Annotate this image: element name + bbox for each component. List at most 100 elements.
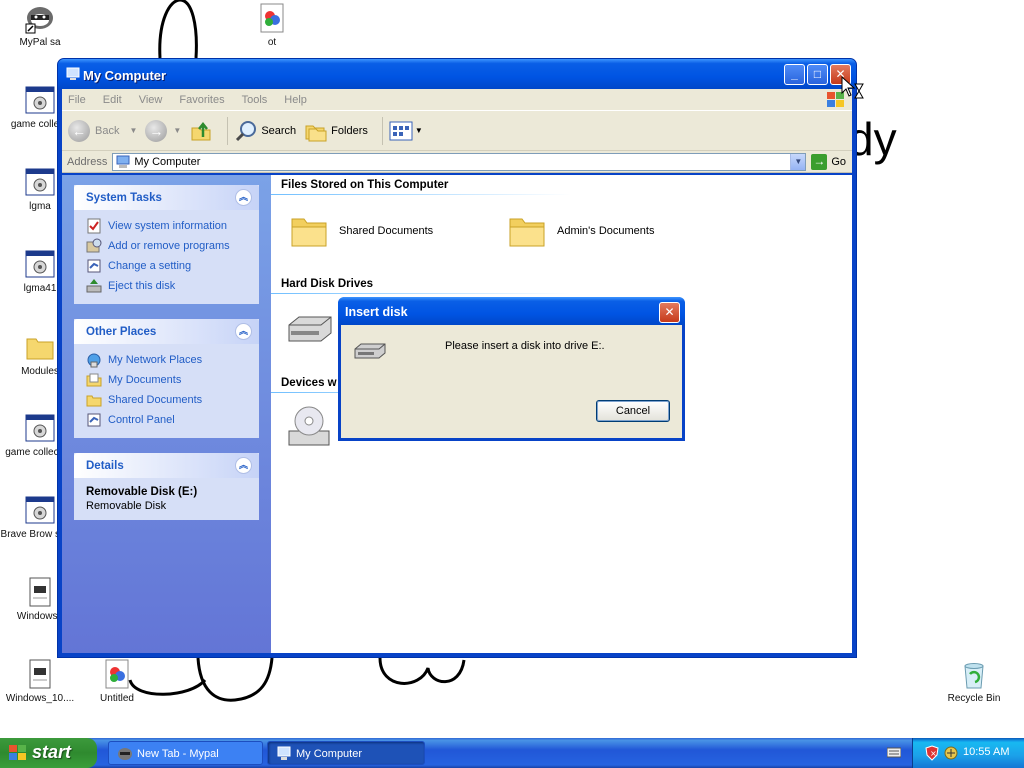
address-input[interactable]: My Computer ▼ (112, 152, 807, 171)
toolbar: ← Back ▼ → ▼ Search Folders ▼ (62, 111, 852, 151)
hard-disk-icon (288, 316, 332, 342)
system-tray: × 10:55 AM (912, 738, 1024, 768)
forward-dropdown-icon: ▼ (173, 126, 182, 135)
window-titlebar[interactable]: My Computer _ □ ✕ (58, 59, 856, 89)
security-shield-icon[interactable]: × (925, 745, 939, 761)
folder-icon (86, 395, 102, 407)
dialog-close-button[interactable]: ✕ (659, 302, 680, 323)
shared-documents-folder[interactable]: Shared Documents (289, 213, 433, 249)
taskbar: start New Tab - Mypal My Computer × 10:5… (0, 738, 1024, 768)
keyboard-icon[interactable] (887, 746, 901, 758)
go-arrow-icon: → (811, 153, 828, 170)
views-button[interactable]: ▼ (389, 120, 423, 142)
raccoon-icon (118, 748, 132, 760)
eject-disk-link[interactable]: Eject this disk (86, 276, 249, 296)
folders-button[interactable]: Folders (304, 119, 368, 143)
details-header[interactable]: Details ︽ (74, 453, 259, 478)
toolbar-separator (381, 116, 383, 145)
menu-file[interactable]: File (68, 94, 86, 106)
back-arrow-icon: ← (68, 119, 90, 142)
address-bar: Address My Computer ▼ → Go (62, 151, 852, 173)
recycle-bin-icon (958, 658, 990, 690)
address-label: Address (67, 155, 108, 168)
views-dropdown-icon: ▼ (414, 126, 423, 135)
dialog-titlebar[interactable]: Insert disk ✕ (338, 297, 685, 325)
back-button[interactable]: ← Back ▼ (68, 119, 137, 142)
desktop-icon-ot[interactable]: ot (232, 2, 312, 48)
control-panel-icon (87, 413, 101, 427)
menu-bar: File Edit View Favorites Tools Help (62, 89, 852, 111)
eject-icon (86, 279, 102, 293)
views-icon (389, 121, 413, 140)
minimize-icon: _ (791, 67, 798, 81)
start-button[interactable]: start (0, 738, 97, 768)
desktop-icon-recycle-bin[interactable]: Recycle Bin (934, 658, 1014, 704)
collapse-chevron-icon[interactable]: ︽ (235, 457, 252, 474)
menu-favorites[interactable]: Favorites (179, 94, 224, 106)
local-disk-drive[interactable] (285, 313, 335, 347)
system-info-icon (87, 218, 101, 234)
up-folder-button[interactable] (189, 119, 213, 143)
clock[interactable]: 10:55 AM (963, 746, 1009, 758)
executable-icon (24, 248, 56, 280)
add-remove-programs-icon (86, 238, 102, 253)
up-folder-icon (191, 121, 211, 140)
system-tasks-panel: System Tasks ︽ View system information A… (74, 185, 259, 304)
network-places-icon (87, 353, 101, 368)
menu-view[interactable]: View (139, 94, 163, 106)
search-button[interactable]: Search (234, 119, 296, 143)
taskbar-item-mypal[interactable]: New Tab - Mypal (108, 741, 263, 765)
my-network-places-link[interactable]: My Network Places (86, 350, 249, 370)
raccoon-shortcut-icon (24, 2, 56, 34)
window-title: My Computer (83, 68, 167, 83)
busy-cursor-icon (841, 76, 864, 99)
my-documents-icon (86, 373, 102, 387)
forward-button[interactable]: → ▼ (145, 119, 182, 142)
cancel-button[interactable]: Cancel (596, 400, 670, 422)
address-value: My Computer (134, 155, 201, 168)
menu-help[interactable]: Help (284, 94, 307, 106)
insert-disk-dialog: Insert disk ✕ Please insert a disk into … (338, 297, 685, 441)
network-icon[interactable] (943, 745, 959, 761)
other-places-header[interactable]: Other Places ︽ (74, 319, 259, 344)
maximize-button[interactable]: □ (807, 64, 828, 85)
text-file-icon (24, 576, 56, 608)
change-setting-link[interactable]: Change a setting (86, 256, 249, 276)
cd-drive[interactable] (285, 403, 335, 453)
computer-icon (66, 67, 80, 81)
system-tasks-header[interactable]: System Tasks ︽ (74, 185, 259, 210)
desktop-icon-windows-10[interactable]: Windows_10.... (0, 658, 80, 704)
hard-disk-drives-heading: Hard Disk Drives (281, 278, 374, 290)
folders-icon (305, 125, 327, 141)
address-dropdown-button[interactable]: ▼ (790, 153, 806, 170)
shared-documents-link[interactable]: Shared Documents (86, 390, 249, 410)
details-panel: Details ︽ Removable Disk (E:) Removable … (74, 453, 259, 520)
my-documents-link[interactable]: My Documents (86, 370, 249, 390)
paint-file-icon (101, 658, 133, 690)
group-divider (271, 293, 571, 294)
dialog-message: Please insert a disk into drive E:. (445, 340, 605, 352)
collapse-chevron-icon[interactable]: ︽ (235, 323, 252, 340)
executable-icon (24, 166, 56, 198)
desktop-icon-untitled[interactable]: Untitled (77, 658, 157, 704)
minimize-button[interactable]: _ (784, 64, 805, 85)
desktop-icon-mypal[interactable]: MyPal sa (0, 2, 80, 48)
details-item-name: Removable Disk (E:) (86, 486, 198, 498)
admins-documents-folder[interactable]: Admin's Documents (507, 213, 654, 249)
computer-icon (277, 746, 291, 760)
taskbar-item-my-computer[interactable]: My Computer (267, 741, 425, 765)
maximize-icon: □ (813, 67, 822, 81)
collapse-chevron-icon[interactable]: ︽ (235, 189, 252, 206)
cd-drive-icon (288, 406, 330, 446)
details-item-type: Removable Disk (86, 500, 167, 512)
control-panel-link[interactable]: Control Panel (86, 410, 249, 430)
go-button[interactable]: → Go (811, 153, 846, 170)
add-remove-programs-link[interactable]: Add or remove programs (86, 236, 249, 256)
svg-text:×: × (930, 749, 937, 758)
view-system-information-link[interactable]: View system information (86, 216, 249, 236)
menu-tools[interactable]: Tools (242, 94, 268, 106)
menu-edit[interactable]: Edit (103, 94, 122, 106)
executable-icon (24, 412, 56, 444)
folder-icon (24, 331, 56, 363)
task-pane: System Tasks ︽ View system information A… (62, 175, 271, 653)
